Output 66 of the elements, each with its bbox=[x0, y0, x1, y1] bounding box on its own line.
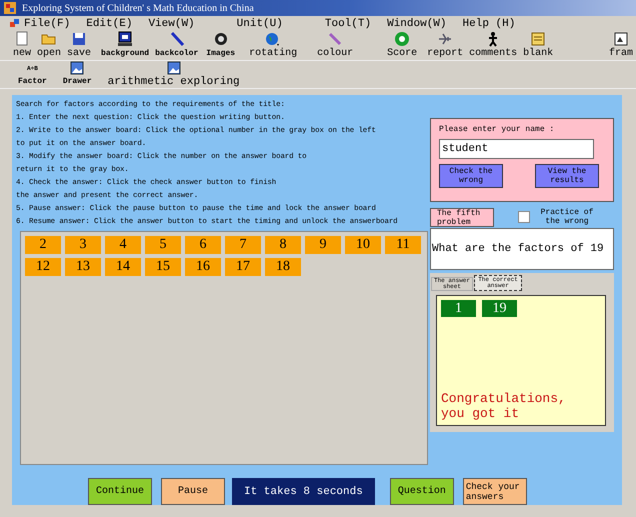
menu-item[interactable]: Unit(U) bbox=[232, 18, 287, 30]
number-tile[interactable]: 14 bbox=[105, 258, 141, 276]
number-tile[interactable]: 15 bbox=[145, 258, 181, 276]
menu-item[interactable]: Edit(E) bbox=[82, 18, 136, 30]
toolbar-button[interactable]: report bbox=[424, 31, 466, 60]
name-label: Please enter your name : bbox=[439, 125, 556, 134]
action-button[interactable]: Question bbox=[390, 478, 454, 505]
result-message: Congratulations, you got it bbox=[441, 391, 567, 421]
panel-button[interactable]: View the results bbox=[535, 164, 599, 188]
action-button[interactable]: Continue bbox=[88, 478, 152, 505]
picture-icon bbox=[166, 61, 181, 75]
toolbar-button[interactable]: colour bbox=[314, 31, 356, 60]
panel-button[interactable]: Check the wrong bbox=[439, 164, 503, 188]
toolbar-button[interactable]: Score bbox=[384, 31, 420, 60]
globe-icon bbox=[265, 31, 282, 47]
question-text: What are the factors of 19 bbox=[430, 228, 614, 270]
page-icon bbox=[14, 31, 30, 47]
toolbar-button[interactable]: Images bbox=[203, 31, 238, 60]
toolbar-button[interactable]: backcolor bbox=[152, 31, 202, 60]
menu-item[interactable]: File(F) bbox=[20, 18, 74, 30]
toolbar-button[interactable]: blank bbox=[520, 31, 556, 60]
toolbar-button[interactable]: open bbox=[34, 31, 64, 60]
app-icon bbox=[4, 2, 16, 14]
number-tile[interactable]: 4 bbox=[105, 236, 141, 254]
toolbar-button[interactable]: save bbox=[64, 31, 94, 60]
action-button[interactable]: Pause bbox=[161, 478, 225, 505]
number-tile[interactable]: 5 bbox=[145, 236, 181, 254]
name-field[interactable]: student bbox=[439, 139, 594, 159]
number-tile[interactable]: 12 bbox=[25, 258, 61, 276]
picture-icon bbox=[70, 61, 84, 75]
menu-item[interactable]: Window(W) bbox=[383, 18, 451, 30]
answer-tile[interactable]: 1 bbox=[441, 300, 476, 317]
timer-label: It takes 8 seconds bbox=[232, 478, 375, 505]
toolbar-button[interactable]: rotating bbox=[246, 31, 300, 60]
menu-item[interactable]: View(W) bbox=[144, 18, 199, 30]
number-tile[interactable]: 10 bbox=[345, 236, 381, 254]
toolbar-button[interactable]: fram bbox=[606, 31, 636, 60]
number-tile[interactable]: 3 bbox=[65, 236, 101, 254]
number-tile[interactable]: 16 bbox=[185, 258, 221, 276]
problem-label: The fifth problem bbox=[430, 208, 494, 227]
toolbar-button[interactable]: comments bbox=[466, 31, 520, 60]
floppy-icon bbox=[71, 31, 88, 47]
number-tile[interactable]: 11 bbox=[385, 236, 421, 254]
toolbar-button[interactable]: new bbox=[10, 31, 34, 60]
number-tile[interactable]: 6 bbox=[185, 236, 221, 254]
answer-tile[interactable]: 19 bbox=[482, 300, 517, 317]
number-tile[interactable]: 13 bbox=[65, 258, 101, 276]
monitor-icon bbox=[117, 31, 134, 47]
window-title: Exploring System of Children' s Math Education in China bbox=[22, 2, 254, 14]
practice-checkbox[interactable] bbox=[518, 211, 530, 223]
number-tile[interactable]: 18 bbox=[265, 258, 301, 276]
airplane-icon bbox=[437, 31, 454, 47]
menu-item[interactable]: Tool(T) bbox=[320, 18, 376, 30]
number-tile[interactable]: 17 bbox=[225, 258, 261, 276]
toolbar-button[interactable]: arithmetic exploring bbox=[100, 61, 248, 88]
menu-item[interactable]: Help (H) bbox=[458, 18, 520, 30]
toolbar-button[interactable]: background bbox=[98, 31, 152, 60]
number-tile[interactable]: 7 bbox=[225, 236, 261, 254]
number-tile[interactable]: 2 bbox=[25, 236, 61, 254]
practice-label: Practice of the wrong bbox=[540, 208, 594, 226]
number-tile[interactable]: 8 bbox=[265, 236, 301, 254]
action-button[interactable]: Check your answers bbox=[462, 478, 527, 505]
menu-icon bbox=[10, 18, 20, 29]
frame-icon bbox=[612, 31, 629, 47]
toolbar-button[interactable]: Drawer bbox=[54, 61, 100, 88]
number-tile[interactable]: 9 bbox=[305, 236, 341, 254]
